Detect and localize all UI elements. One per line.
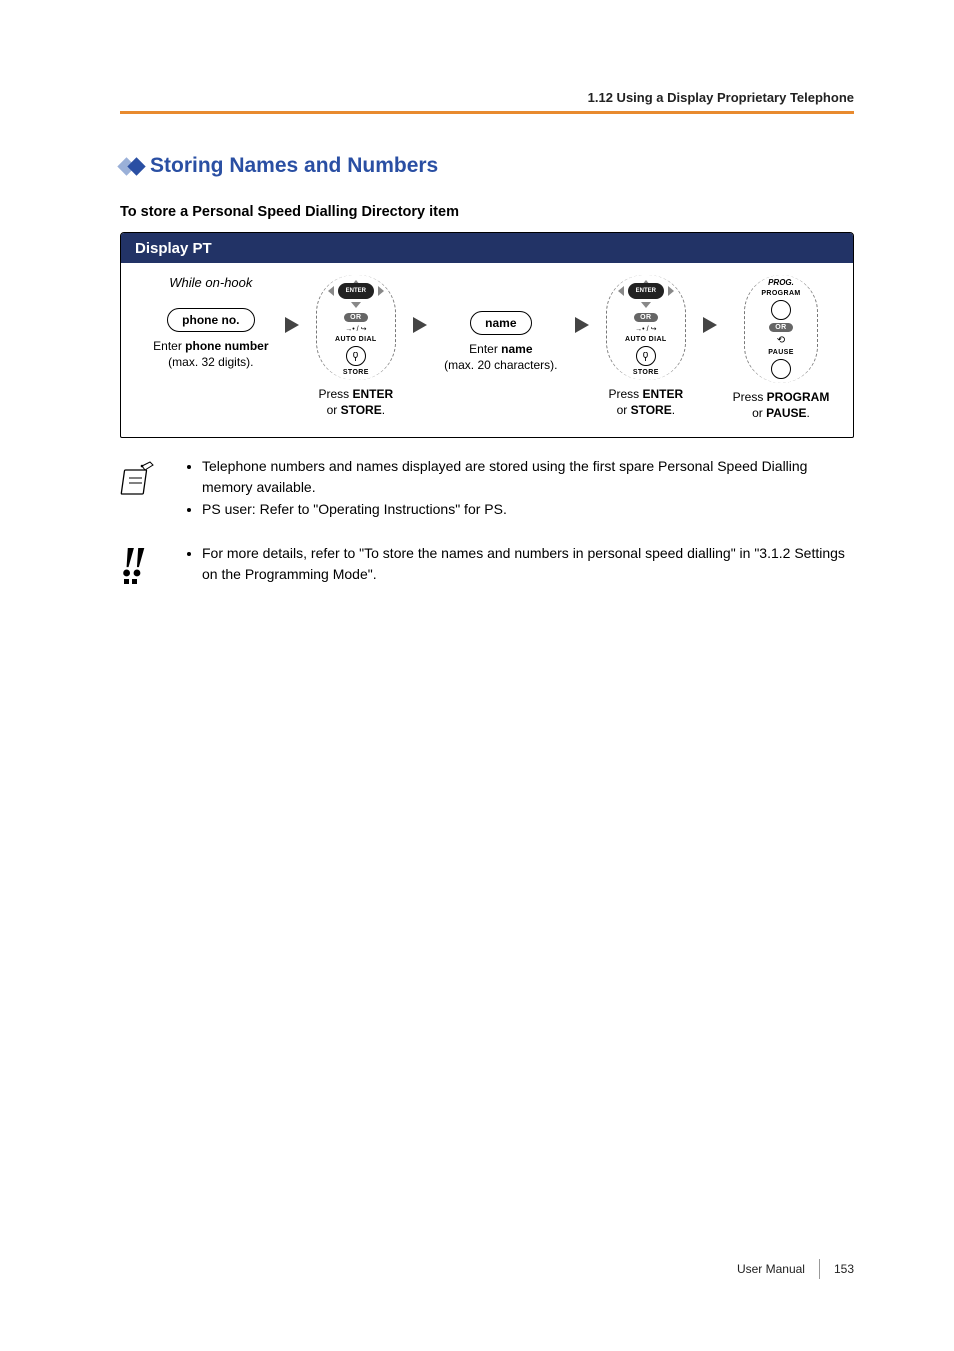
s2-dot: . [382, 403, 385, 417]
title-diamond-icon [120, 160, 140, 173]
note-item: Telephone numbers and names displayed ar… [202, 456, 854, 497]
notepad-icon [120, 456, 160, 505]
s2-b1: ENTER [353, 387, 394, 401]
s4-or: or [617, 403, 631, 417]
s4-b1: ENTER [642, 387, 683, 401]
note-block-important: !! For more details, refer to "To store … [120, 543, 854, 586]
header-section-ref: 1.12 Using a Display Proprietary Telepho… [120, 90, 854, 111]
phone-no-pill: phone no. [167, 308, 254, 332]
arrow-icon [571, 275, 593, 375]
step1-bold: phone number [185, 339, 268, 353]
subsection-heading: To store a Personal Speed Dialling Direc… [120, 204, 854, 220]
autodial-icon: →•/↪ [345, 325, 366, 333]
footer-page-number: 153 [834, 1262, 854, 1276]
s2-b2: STORE [341, 403, 382, 417]
s3-pre: Enter [469, 342, 501, 356]
pause-button-icon [771, 359, 791, 379]
s5-dot: . [807, 406, 810, 420]
prog-label: PROG. [768, 279, 794, 287]
store-button-icon [346, 346, 366, 366]
enter-key-icon: ENTER [335, 281, 377, 300]
procedure-box: Display PT While on-hook phone no. Enter… [120, 232, 854, 438]
program-button-icon [771, 300, 791, 320]
page-footer: User Manual 153 [737, 1259, 854, 1279]
or-badge: OR [344, 313, 368, 322]
onhook-note: While on-hook [169, 275, 252, 290]
footer-separator [819, 1259, 820, 1279]
autodial-icon: →•/↪ [635, 325, 656, 333]
or-badge: OR [634, 313, 658, 322]
store-label: STORE [633, 369, 659, 376]
step1-pre: Enter [153, 339, 185, 353]
arrow-icon [409, 275, 431, 375]
s2-pre: Press [318, 387, 352, 401]
s3-sub: (max. 20 characters). [444, 358, 557, 372]
s4-dot: . [672, 403, 675, 417]
program-label: PROGRAM [761, 290, 800, 297]
procedure-header: Display PT [121, 234, 291, 263]
section-title-text: Storing Names and Numbers [150, 154, 438, 178]
section-title: Storing Names and Numbers [120, 154, 854, 178]
pause-glyph-icon: ⟲ [777, 335, 785, 346]
arrow-icon [281, 275, 303, 375]
s5-or: or [752, 406, 766, 420]
step1-sub: (max. 32 digits). [168, 355, 253, 369]
step-enter-phone: While on-hook phone no. Enter phone numb… [147, 275, 275, 370]
s3-b: name [501, 342, 532, 356]
footer-label: User Manual [737, 1262, 805, 1276]
header-rule [120, 111, 854, 114]
step-press-enter-1: ENTER OR →•/↪ AUTO DIAL STORE Press ENTE… [309, 275, 403, 418]
or-badge: OR [769, 323, 793, 332]
exclamation-icon: !! [120, 543, 160, 584]
s2-or: or [327, 403, 341, 417]
step-enter-name: name Enter name (max. 20 characters). [437, 275, 565, 373]
step-press-program: PROG. PROGRAM OR ⟲ PAUSE Press PROGRAM o… [727, 275, 835, 421]
s4-pre: Press [608, 387, 642, 401]
step-press-enter-2: ENTER OR →•/↪ AUTO DIAL STORE Press ENTE… [599, 275, 693, 418]
store-label: STORE [343, 369, 369, 376]
s5-b2: PAUSE [766, 406, 806, 420]
note-item: PS user: Refer to "Operating Instruction… [202, 499, 854, 519]
autodial-label: AUTO DIAL [335, 336, 377, 343]
enter-key-icon: ENTER [625, 281, 667, 300]
s4-b2: STORE [631, 403, 672, 417]
name-pill: name [470, 311, 531, 335]
note-block-info: Telephone numbers and names displayed ar… [120, 456, 854, 521]
note-item: For more details, refer to "To store the… [202, 543, 854, 584]
s5-pre: Press [733, 390, 767, 404]
store-button-icon [636, 346, 656, 366]
pause-label: PAUSE [768, 349, 794, 356]
arrow-icon [699, 275, 721, 375]
s5-b1: PROGRAM [767, 390, 830, 404]
autodial-label: AUTO DIAL [625, 336, 667, 343]
